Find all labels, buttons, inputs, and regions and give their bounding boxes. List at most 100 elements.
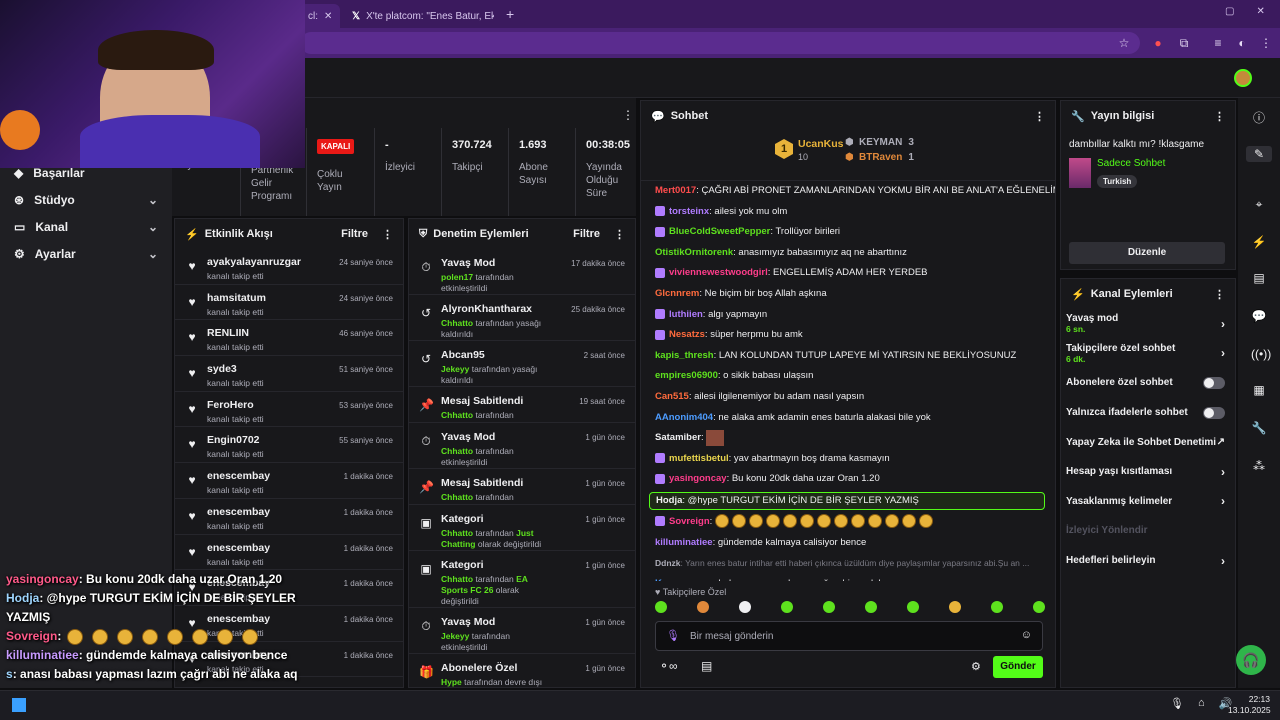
send-button[interactable]: Gönder bbox=[993, 656, 1043, 678]
leader-name[interactable]: KEYMAN bbox=[859, 137, 902, 148]
chat-username[interactable]: torsteinx bbox=[669, 206, 709, 217]
emote-icon[interactable] bbox=[799, 514, 814, 529]
chat-username[interactable]: Nesatzs bbox=[669, 329, 705, 340]
activity-row[interactable]: ♥ ayakyalayanruzgar kanalı takip etti 24 sa… bbox=[175, 249, 403, 285]
moderation-row[interactable]: ↺ Abcan95 Jekeyy tarafından yasağı kaldırı… bbox=[409, 341, 635, 387]
chevron-right-icon[interactable]: › bbox=[1221, 494, 1225, 508]
mic-icon[interactable]: 🎙 bbox=[666, 629, 680, 642]
menu-icon[interactable]: ⋮ bbox=[1258, 35, 1274, 51]
chat-username[interactable]: Korays bbox=[655, 578, 687, 581]
emote-icon[interactable] bbox=[867, 514, 882, 529]
moderator-name[interactable]: Chhatto bbox=[441, 574, 473, 584]
moderation-row[interactable]: ⏱ Yavaş Mod polen17 tarafından etkinleştir… bbox=[409, 249, 635, 295]
external-link-icon[interactable]: ↗ bbox=[1217, 437, 1225, 448]
emote-icon[interactable] bbox=[781, 601, 793, 613]
nav-item-settings[interactable]: ⚙ Ayarlar ⌄ bbox=[0, 240, 172, 267]
chat-username[interactable]: mufettisbetul bbox=[669, 453, 729, 464]
channel-action-row[interactable]: Yalnızca ifadelerle sohbet bbox=[1061, 398, 1235, 428]
chat-username[interactable]: empires06900 bbox=[655, 370, 718, 381]
toggle-switch[interactable] bbox=[1203, 376, 1225, 389]
chevron-right-icon[interactable]: › bbox=[1221, 554, 1225, 568]
emote-icon[interactable] bbox=[748, 514, 763, 529]
chat-message[interactable]: OtistikOrnitorenk: anasımıyız babasımıyı… bbox=[641, 243, 1055, 264]
emote-icon[interactable] bbox=[697, 601, 709, 613]
chat-message[interactable]: Mert0017: ÇAĞRI ABİ PRONET ZAMANLARINDAN… bbox=[641, 181, 1055, 202]
chat-username[interactable]: Mert0017 bbox=[655, 185, 696, 196]
emote-icon[interactable] bbox=[782, 514, 797, 529]
chat-message[interactable]: empires06900: o sikik babası ulaşsın bbox=[641, 366, 1055, 387]
chat-username[interactable]: AAnonim404 bbox=[655, 412, 713, 423]
moderation-row[interactable]: ⏱ Yavaş Mod Jekeyy tarafından etkinleştiri… bbox=[409, 608, 635, 654]
chat-username[interactable]: yasingoncay bbox=[669, 473, 727, 484]
emote-icon[interactable] bbox=[901, 514, 916, 529]
close-window-icon[interactable]: ✕ bbox=[1256, 6, 1264, 17]
more-icon[interactable]: ⋮ bbox=[1034, 110, 1045, 123]
broadcast-icon[interactable]: ((•)) bbox=[1251, 346, 1271, 362]
target-icon[interactable]: ⌖ bbox=[1251, 196, 1267, 212]
chat-message[interactable]: BlueColdSweetPepper: Trollüyor birileri bbox=[641, 222, 1055, 243]
chat-input[interactable]: 🎙 Bir mesaj gönderin ☺ bbox=[655, 621, 1043, 651]
channel-action-row[interactable]: Yasaklanmış kelimeler › bbox=[1061, 487, 1235, 517]
emote-icon[interactable] bbox=[765, 514, 780, 529]
more-icon[interactable]: ⋮ bbox=[382, 228, 393, 241]
activity-row[interactable]: ♥ Engin0702 kanalı takip etti 55 saniye önc… bbox=[175, 427, 403, 464]
activity-row[interactable]: ♥ FeroHero kanalı takip etti 53 saniye önce bbox=[175, 392, 403, 428]
leader-name[interactable]: UcanKus bbox=[798, 138, 844, 150]
emote-icon[interactable] bbox=[949, 601, 961, 613]
tab-close-icon[interactable]: ✕ bbox=[324, 11, 332, 22]
emote-icon[interactable] bbox=[850, 514, 865, 529]
windows-start-icon[interactable] bbox=[12, 698, 26, 712]
filter-button[interactable]: Filtre bbox=[341, 228, 368, 240]
emoji-icon[interactable]: ☺ bbox=[1021, 629, 1032, 641]
chevron-right-icon[interactable]: › bbox=[1221, 346, 1225, 360]
channel-action-row[interactable]: Hesap yaşı kısıtlaması › bbox=[1061, 457, 1235, 487]
edit-button[interactable]: Düzenle bbox=[1069, 242, 1225, 264]
emote-icon[interactable] bbox=[823, 601, 835, 613]
chat-username[interactable]: Satamiber bbox=[655, 432, 701, 443]
chat-message[interactable]: Ddnzk: Yarın enes batur intihar etti hab… bbox=[641, 553, 1055, 574]
activity-row[interactable]: ♥ RENLIIN kanalı takip etti 46 saniye önce bbox=[175, 320, 403, 357]
chat-message[interactable]: kapis_thresh: LAN KOLUNDAN TUTUP LAPEYE … bbox=[641, 346, 1055, 367]
url-field[interactable] bbox=[300, 32, 1140, 54]
user-avatar[interactable] bbox=[1234, 69, 1252, 87]
chat-message[interactable]: Nesatzs: süper herpmu bu amk bbox=[641, 325, 1055, 346]
more-icon[interactable]: ⋮ bbox=[1214, 288, 1225, 301]
stats-menu-icon[interactable]: ⋮ bbox=[622, 108, 634, 122]
chat-username[interactable]: luthiien bbox=[669, 309, 703, 320]
filter-button[interactable]: Filtre bbox=[573, 228, 600, 240]
chat-message[interactable]: Satamiber: bbox=[641, 428, 1055, 449]
infinity-icon[interactable]: ⚬∞ bbox=[659, 659, 678, 673]
chat-username[interactable]: Sovreign bbox=[669, 516, 710, 527]
moderation-row[interactable]: 🎁 Abonelere Özel Hype tarafından devre dış… bbox=[409, 654, 635, 687]
toggle-switch[interactable] bbox=[1203, 406, 1225, 419]
emote-icon[interactable] bbox=[655, 601, 667, 613]
chat-username[interactable]: Hodja bbox=[656, 495, 682, 506]
leader-name[interactable]: BTRaven bbox=[859, 152, 902, 163]
emote-icon[interactable] bbox=[884, 514, 899, 529]
channel-action-row[interactable]: Abonelere özel sohbet bbox=[1061, 368, 1235, 398]
moderator-name[interactable]: Jekeyy bbox=[441, 364, 469, 374]
chevron-right-icon[interactable]: › bbox=[1221, 465, 1225, 479]
moderation-row[interactable]: 📌 Mesaj Sabitlendi Chhatto tarafından 19 sa… bbox=[409, 387, 635, 423]
activity-row[interactable]: ♥ enescembay kanalı takip etti 1 dakika önc… bbox=[175, 463, 403, 499]
chevron-right-icon[interactable]: › bbox=[1221, 317, 1225, 331]
maximize-icon[interactable]: ▢ bbox=[1225, 6, 1234, 17]
chat-message[interactable]: Glcnnrem: Ne biçim bir boş Allah aşkına bbox=[641, 284, 1055, 305]
chat-message[interactable]: Korays: anası babası yapması lazım çağrı… bbox=[641, 574, 1055, 581]
mic-icon[interactable]: 🎙 bbox=[1170, 697, 1184, 710]
support-icon[interactable]: 🎧 bbox=[1236, 645, 1266, 675]
extension-icon[interactable]: ● bbox=[1150, 35, 1166, 51]
moderator-name[interactable]: Chhatto bbox=[441, 528, 473, 538]
emote-icon[interactable] bbox=[714, 514, 729, 529]
chat-username[interactable]: Glcnnrem bbox=[655, 288, 699, 299]
browser-tab-x[interactable]: 𝕏 X'te platcom: "Enes Batur, Ekra... ✕ bbox=[344, 4, 494, 28]
emote-icon[interactable] bbox=[731, 514, 746, 529]
browser-tab[interactable]: cl: ✕ bbox=[300, 4, 340, 28]
layout-icon[interactable]: ▦ bbox=[1251, 382, 1267, 398]
emote-icon[interactable] bbox=[907, 601, 919, 613]
chat-username[interactable]: kapis_thresh bbox=[655, 350, 714, 361]
puzzle-icon[interactable]: ⧉ bbox=[1176, 35, 1192, 51]
moderator-name[interactable]: polen17 bbox=[441, 272, 473, 282]
star-icon[interactable]: ☆ bbox=[1116, 35, 1132, 51]
moderation-row[interactable]: ▣ Kategori Chhatto tarafından EA Sports FC… bbox=[409, 551, 635, 608]
